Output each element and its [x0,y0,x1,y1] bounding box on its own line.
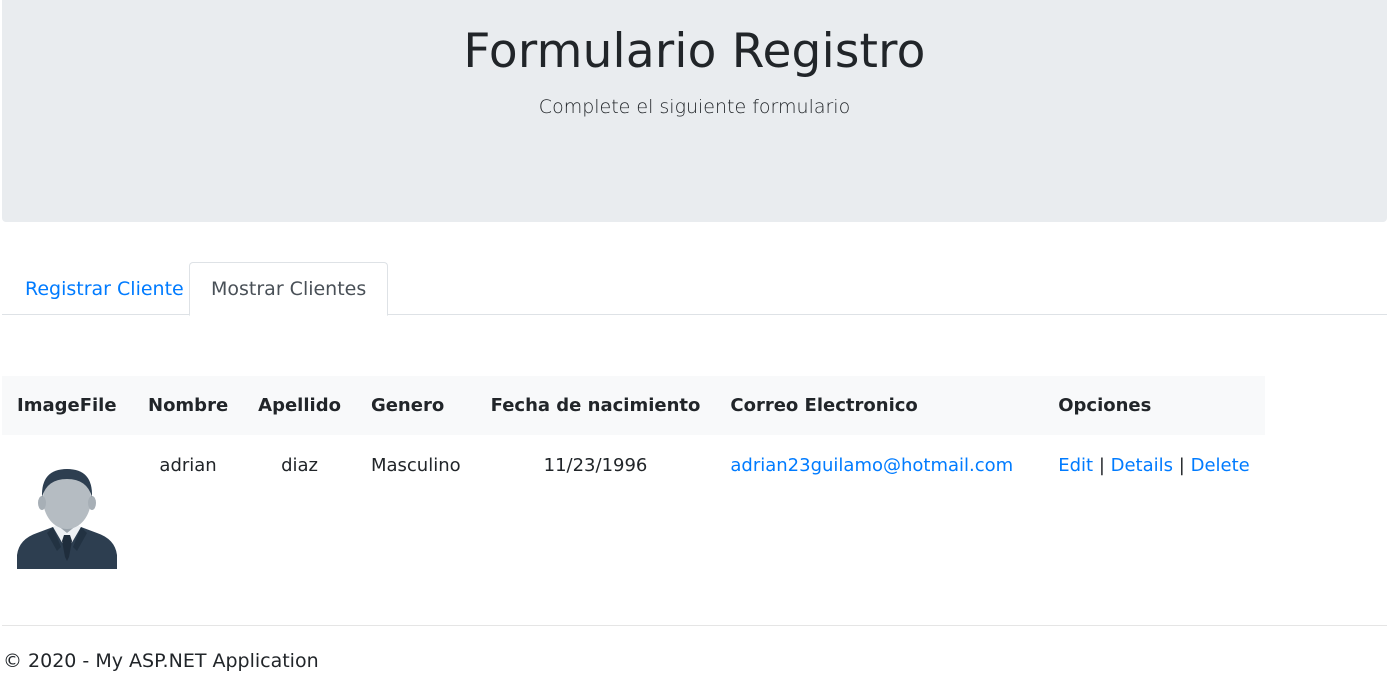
person-avatar-icon [17,469,117,569]
separator: | [1178,455,1185,476]
tab-mostrar-clientes[interactable]: Mostrar Clientes [189,262,389,316]
table-header-row: ImageFile Nombre Apellido Genero Fecha d… [2,376,1265,435]
column-header-correo: Correo Electronico [730,395,918,416]
column-header-apellido: Apellido [258,395,341,416]
cell-apellido: diaz [281,455,318,476]
jumbotron: Formulario Registro Complete el siguient… [2,0,1387,222]
table-row: adrian diaz Masculino 11/23/1996 adrian2… [2,435,1265,631]
page-title: Formulario Registro [463,24,926,79]
cell-nombre: adrian [159,455,217,476]
tab-registrar-cliente[interactable]: Registrar Cliente [3,262,206,315]
cell-opciones: Edit | Details | Delete [1043,435,1265,631]
delete-link[interactable]: Delete [1191,455,1250,476]
cell-correo: adrian23guilamo@hotmail.com [715,435,1043,631]
clients-table: ImageFile Nombre Apellido Genero Fecha d… [2,376,1265,631]
separator: | [1098,455,1105,476]
tab-bar: Registrar Cliente Mostrar Clientes [2,262,1387,316]
cell-genero: Masculino [370,455,461,476]
edit-link[interactable]: Edit [1058,455,1093,476]
column-header-opciones: Opciones [1058,395,1152,416]
details-link[interactable]: Details [1111,455,1173,476]
column-header-imagefile: ImageFile [17,395,117,416]
footer-text: © 2020 - My ASP.NET Application [3,650,319,672]
page-subtitle: Complete el siguiente formulario [538,96,851,118]
email-link[interactable]: adrian23guilamo@hotmail.com [730,455,1013,476]
column-header-genero: Genero [370,395,445,416]
cell-fecha: 11/23/1996 [543,455,648,476]
column-header-fecha: Fecha de nacimiento [490,395,701,416]
footer-divider [2,625,1387,626]
column-header-nombre: Nombre [148,395,229,416]
cell-image [2,435,133,631]
